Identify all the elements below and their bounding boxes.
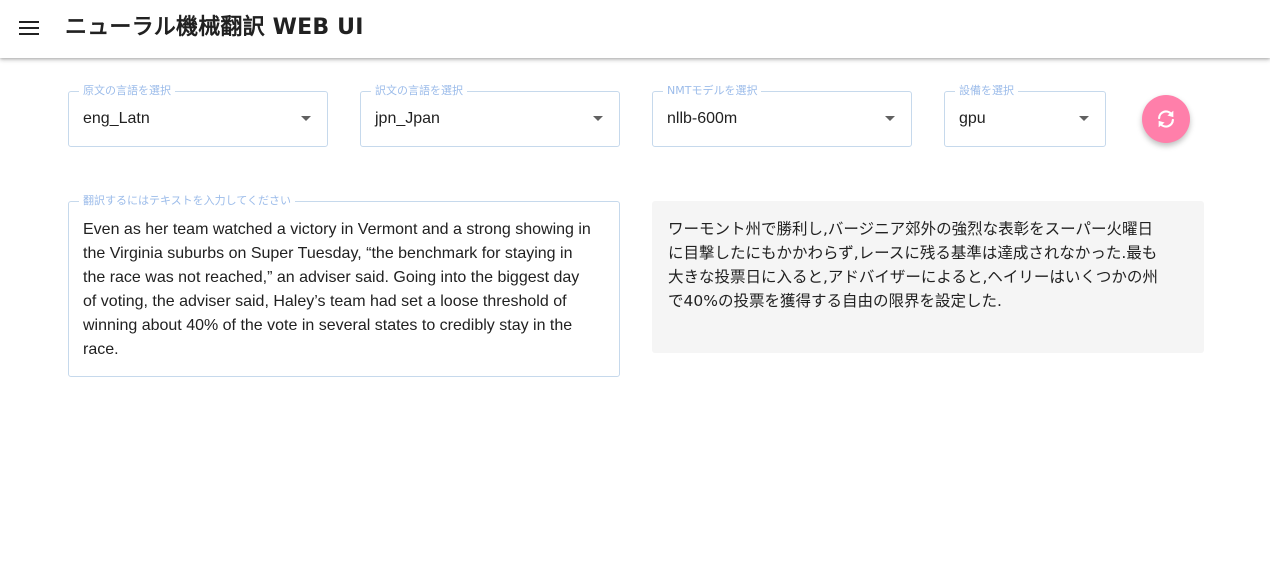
source-text-line: the race was not reached,” an adviser sa… [83,269,580,286]
source-text-line: the Virginia suburbs on Super Tuesday, “… [83,245,573,262]
translation-output-content: ワーモント州で勝利し,バージニア郊外の強烈な表彰をスーパー火曜日 に目撃したにも… [668,217,1188,313]
source-text-content[interactable]: Even as her team watched a victory in Ve… [83,218,607,362]
translation-output-line: に目撃したにもかかわらず,レースに残る基準は達成されなかった.最も [668,244,1158,262]
swap-refresh-icon [1158,110,1174,128]
source-language-label: 原文の言語を選択 [79,84,175,98]
hamburger-menu-icon [19,21,39,35]
source-text-line: of voting, the adviser said, Haley’s tea… [83,293,567,310]
nmt-model-select[interactable]: NMTモデルを選択 nllb-600m [652,84,912,147]
source-text-area[interactable]: 翻訳するにはテキストを入力してください Even as her team wat… [68,194,620,377]
device-select[interactable]: 設備を選択 gpu [944,84,1106,147]
device-value: gpu [959,110,986,127]
app-bar: ニューラル機械翻訳 WEB UI [0,0,1270,58]
nmt-model-label: NMTモデルを選択 [663,84,762,98]
target-language-select[interactable]: 訳文の言語を選択 jpn_Jpan [360,84,620,147]
translation-output: ワーモント州で勝利し,バージニア郊外の強烈な表彰をスーパー火曜日 に目撃したにも… [652,201,1204,353]
chevron-down-icon[interactable] [593,116,603,121]
app-title: ニューラル機械翻訳 WEB UI [65,15,364,40]
source-text-line: winning about 40% of the vote in several… [83,317,573,334]
source-text-label: 翻訳するにはテキストを入力してください [79,194,296,208]
translation-output-line: で40%の投票を獲得する自由の限界を設定した. [668,292,1002,310]
chevron-down-icon[interactable] [301,116,311,121]
source-language-value: eng_Latn [83,110,150,127]
chevron-down-icon[interactable] [1079,116,1089,121]
target-language-value: jpn_Jpan [375,110,440,127]
source-text-line: race. [83,341,119,358]
nmt-model-value: nllb-600m [667,110,738,127]
menu-button[interactable] [12,11,46,45]
source-language-select[interactable]: 原文の言語を選択 eng_Latn [68,84,328,147]
translation-output-line: ワーモント州で勝利し,バージニア郊外の強烈な表彰をスーパー火曜日 [668,220,1153,238]
chevron-down-icon[interactable] [885,116,895,121]
swap-languages-button[interactable] [1142,95,1190,143]
translation-output-line: 大きな投票日に入ると,アドバイザーによると,ヘイリーはいくつかの州 [668,268,1158,286]
device-label: 設備を選択 [955,84,1018,98]
source-text-line: Even as her team watched a victory in Ve… [83,221,591,238]
target-language-label: 訳文の言語を選択 [371,84,467,98]
